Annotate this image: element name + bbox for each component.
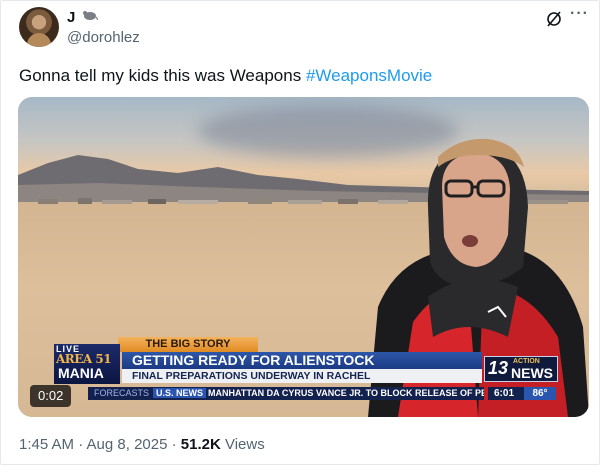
news-subhead: FINAL PREPARATIONS UNDERWAY IN RACHEL [122,369,482,383]
news-lower-third: THE BIG STORY LIVE AREA 51 MANIA GETTING… [18,337,589,417]
news-headline: GETTING READY FOR ALIENSTOCK [122,352,482,369]
tweet-card: J @dorohlez ··· Gonna tell my kids this … [0,0,600,465]
video-player[interactable]: THE BIG STORY LIVE AREA 51 MANIA GETTING… [18,97,589,417]
ticker-section: U.S. NEWS [153,388,207,398]
clock-temperature: 6:01 86° [488,387,556,400]
station-logo: 13 ACTION NEWS [484,356,558,382]
station-news: NEWS [511,365,553,381]
tweet-text-plain: Gonna tell my kids this was Weapons [19,66,306,85]
more-options-icon[interactable]: ··· [570,6,590,27]
clock: 6:01 [494,388,515,399]
news-ticker: FORECASTS U.S. NEWS MANHATTAN DA CYRUS VAN… [88,387,484,400]
rodent-emoji-icon [82,11,98,21]
station-action: ACTION [513,358,540,365]
timestamp[interactable]: 1:45 AM · Aug 8, 2025 · [19,436,181,453]
hashtag-link[interactable]: #WeaponsMovie [306,66,432,85]
views-count: 51.2K [180,436,221,453]
author-handle[interactable]: @dorohlez [67,29,140,46]
tweet-text: Gonna tell my kids this was Weapons #Wea… [19,65,432,87]
ticker-story: MANHATTAN DA CYRUS VANCE JR. TO BLOCK RE… [208,388,484,398]
big-story-banner: THE BIG STORY [118,337,258,352]
temperature: 86° [524,387,556,400]
video-duration-badge: 0:02 [30,385,72,407]
grok-icon[interactable] [545,10,563,28]
avatar[interactable] [19,7,59,47]
author-name-text: J [67,9,76,26]
area51-label: AREA 51 [56,352,112,366]
ticker-label: FORECASTS [94,388,150,398]
mania-label: MANIA [58,365,104,381]
station-number: 13 [488,358,509,378]
tweet-meta: 1:45 AM · Aug 8, 2025 · 51.2K Views [19,436,265,453]
author-name[interactable]: J [67,9,98,26]
area51-mania-logo: LIVE AREA 51 MANIA [54,344,120,384]
views-label: Views [220,436,265,453]
